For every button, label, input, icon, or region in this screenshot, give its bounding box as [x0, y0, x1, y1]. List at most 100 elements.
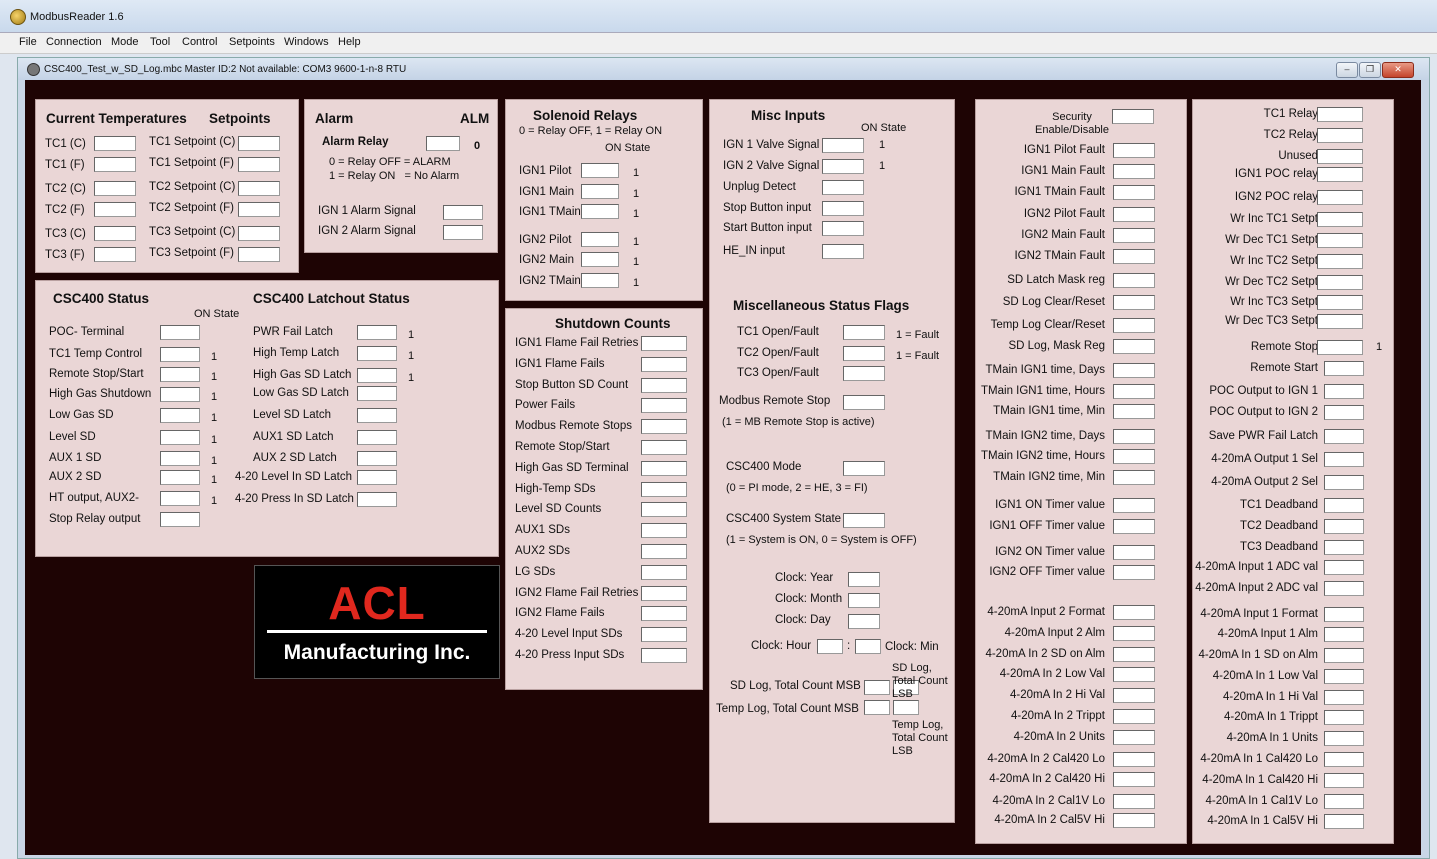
shutdown-field[interactable]	[641, 398, 687, 414]
setting-field[interactable]	[1317, 233, 1363, 248]
fault-field[interactable]	[843, 346, 885, 361]
setting-field[interactable]	[1317, 190, 1363, 205]
misc-input-field[interactable]	[822, 244, 864, 259]
menu-control[interactable]: Control	[182, 36, 217, 48]
latch-field[interactable]	[357, 368, 397, 383]
latch-field[interactable]	[357, 470, 397, 485]
solenoid-field[interactable]	[581, 273, 619, 288]
menu-tool[interactable]: Tool	[150, 36, 170, 48]
shutdown-field[interactable]	[641, 419, 687, 435]
templog-lsb-field[interactable]	[893, 700, 919, 715]
clock-year-field[interactable]	[848, 572, 880, 587]
setting-field[interactable]	[1113, 647, 1155, 662]
setting-field[interactable]	[1324, 814, 1364, 829]
setting-field[interactable]	[1113, 429, 1155, 444]
setting-field[interactable]	[1113, 207, 1155, 222]
setting-field[interactable]	[1113, 363, 1155, 378]
menu-mode[interactable]: Mode	[111, 36, 139, 48]
shutdown-field[interactable]	[641, 523, 687, 539]
setting-field[interactable]	[1113, 752, 1155, 767]
setting-field[interactable]	[1324, 669, 1364, 684]
temperature-field[interactable]	[94, 202, 136, 217]
setting-field[interactable]	[1317, 275, 1363, 290]
misc-input-field[interactable]	[822, 159, 864, 174]
setting-field[interactable]	[1324, 429, 1364, 444]
shutdown-field[interactable]	[641, 481, 687, 497]
setting-field[interactable]	[1113, 626, 1155, 641]
setting-field[interactable]	[1317, 107, 1363, 122]
setting-field[interactable]	[1317, 254, 1363, 269]
setting-field[interactable]	[1324, 452, 1364, 467]
solenoid-field[interactable]	[581, 204, 619, 219]
setting-field[interactable]	[1324, 361, 1364, 376]
setting-field[interactable]	[1317, 295, 1363, 310]
setting-field[interactable]	[1324, 498, 1364, 513]
menu-help[interactable]: Help	[338, 36, 361, 48]
status-field[interactable]	[160, 325, 200, 340]
latch-field[interactable]	[357, 325, 397, 340]
temperature-field[interactable]	[94, 226, 136, 241]
setting-field[interactable]	[1113, 498, 1155, 513]
state-field[interactable]	[843, 513, 885, 528]
latch-field[interactable]	[357, 451, 397, 466]
menu-connection[interactable]: Connection	[46, 36, 102, 48]
misc-input-field[interactable]	[822, 138, 864, 153]
latch-field[interactable]	[357, 492, 397, 507]
alarm-signal-field[interactable]	[443, 225, 483, 240]
misc-input-field[interactable]	[822, 221, 864, 236]
status-field[interactable]	[160, 430, 200, 445]
setting-field[interactable]	[1113, 228, 1155, 243]
clock-day-field[interactable]	[848, 614, 880, 629]
setting-field[interactable]	[1317, 314, 1363, 329]
status-field[interactable]	[160, 512, 200, 527]
setting-field[interactable]	[1113, 519, 1155, 534]
setting-field[interactable]	[1113, 709, 1155, 724]
setting-field[interactable]	[1113, 730, 1155, 745]
minimize-button[interactable]: –	[1336, 62, 1358, 78]
setting-field[interactable]	[1113, 813, 1155, 828]
setpoint-field[interactable]	[238, 247, 280, 262]
shutdown-field[interactable]	[641, 377, 687, 393]
clock-hour-field[interactable]	[817, 639, 843, 654]
latch-field[interactable]	[357, 346, 397, 361]
setpoint-field[interactable]	[238, 157, 280, 172]
latch-field[interactable]	[357, 386, 397, 401]
status-field[interactable]	[160, 408, 200, 423]
setting-field[interactable]	[1113, 143, 1155, 158]
solenoid-field[interactable]	[581, 232, 619, 247]
menu-setpoints[interactable]: Setpoints	[229, 36, 275, 48]
mode-field[interactable]	[843, 461, 885, 476]
solenoid-field[interactable]	[581, 163, 619, 178]
setpoint-field[interactable]	[238, 202, 280, 217]
setting-field[interactable]	[1113, 339, 1155, 354]
setting-field[interactable]	[1113, 794, 1155, 809]
setting-field[interactable]	[1324, 794, 1364, 809]
setting-field[interactable]	[1317, 149, 1363, 164]
setting-field[interactable]	[1324, 475, 1364, 490]
setting-field[interactable]	[1324, 607, 1364, 622]
setting-field[interactable]	[1324, 540, 1364, 555]
setting-field[interactable]	[1113, 470, 1155, 485]
fault-field[interactable]	[843, 325, 885, 340]
shutdown-field[interactable]	[641, 627, 687, 643]
templog-msb-field[interactable]	[864, 700, 890, 715]
setting-field[interactable]	[1113, 545, 1155, 560]
setting-field[interactable]	[1324, 560, 1364, 575]
solenoid-field[interactable]	[581, 184, 619, 199]
setting-field[interactable]	[1324, 710, 1364, 725]
setting-field[interactable]	[1324, 752, 1364, 767]
setpoint-field[interactable]	[238, 226, 280, 241]
setting-field[interactable]	[1113, 404, 1155, 419]
setting-field[interactable]	[1113, 185, 1155, 200]
setpoint-field[interactable]	[238, 136, 280, 151]
setting-field[interactable]	[1324, 648, 1364, 663]
setting-field[interactable]	[1317, 128, 1363, 143]
status-field[interactable]	[160, 470, 200, 485]
setting-field[interactable]	[1113, 384, 1155, 399]
setting-field[interactable]	[1324, 519, 1364, 534]
shutdown-field[interactable]	[641, 544, 687, 559]
setting-field[interactable]	[1324, 690, 1364, 705]
menu-file[interactable]: File	[19, 36, 37, 48]
setting-field[interactable]	[1113, 449, 1155, 464]
setting-field[interactable]	[1324, 731, 1364, 746]
